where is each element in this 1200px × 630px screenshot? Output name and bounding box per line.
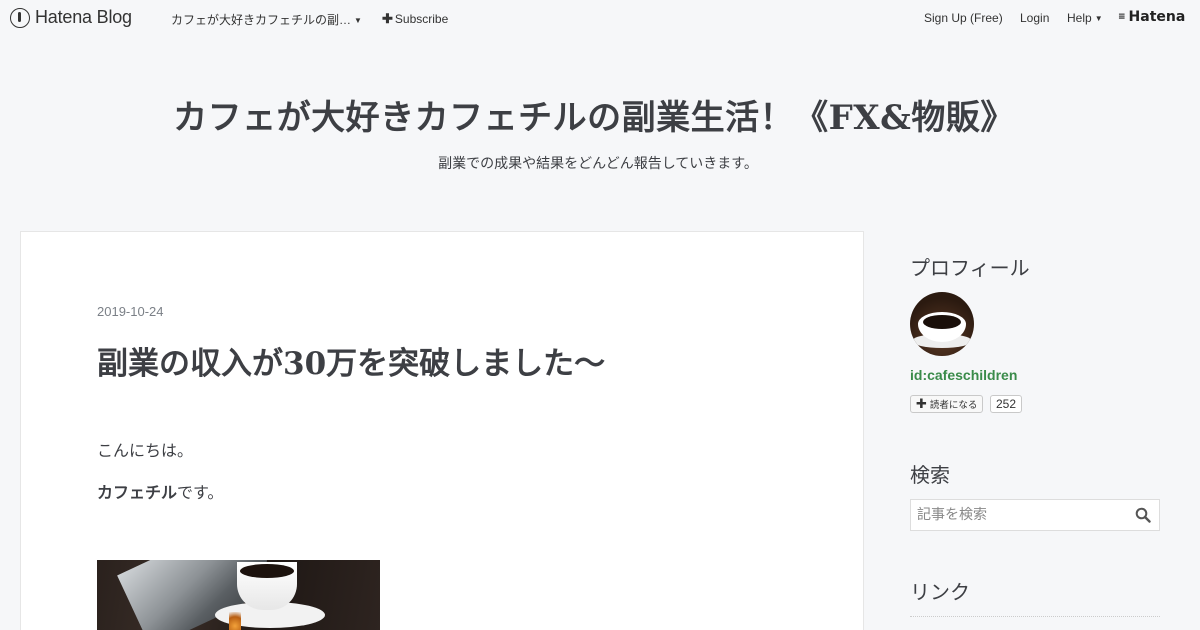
search-heading: 検索 <box>910 463 950 487</box>
article-title[interactable]: 副業の収入が30万を突破しました〜 <box>97 338 605 383</box>
follower-count: 252 <box>990 395 1023 413</box>
login-link[interactable]: Login <box>1020 11 1049 25</box>
blog-menu-label: カフェが大好きカフェチルの副… <box>171 13 352 27</box>
help-menu[interactable]: Help ▼ <box>1067 11 1103 25</box>
article-coffee-image <box>97 560 380 630</box>
hatena-blog-icon <box>10 7 30 28</box>
caret-down-icon: ▼ <box>1094 14 1103 23</box>
follow-label: 読者になる <box>929 400 978 411</box>
avatar[interactable] <box>910 292 974 356</box>
paragraph-text: です。 <box>177 483 224 502</box>
hatena-brand-link[interactable]: ≡ Hatena <box>1118 9 1185 25</box>
subscribe-button[interactable]: ✚ Subscribe <box>382 11 448 27</box>
light-glow <box>229 612 241 630</box>
search-input[interactable] <box>911 500 1126 530</box>
article-date[interactable]: 2019-10-24 <box>97 304 164 319</box>
profile-heading: プロフィール <box>910 256 1030 280</box>
search-box <box>910 499 1160 531</box>
article-card: 2019-10-24 副業の収入が30万を突破しました〜 こんにちは。 カフェチ… <box>20 231 864 630</box>
article-paragraph: こんにちは。 <box>97 441 194 460</box>
article-paragraph: カフェチルです。 <box>97 479 223 503</box>
help-label: Help <box>1067 11 1092 25</box>
plus-icon: ✚ <box>382 11 393 26</box>
plus-icon: ✚ <box>916 396 927 412</box>
signup-link[interactable]: Sign Up (Free) <box>924 11 1003 25</box>
caret-down-icon: ▼ <box>354 16 362 25</box>
blog-description: 副業での成果や結果をどんどん報告していきます。 <box>438 156 758 172</box>
follow-button[interactable]: ✚ 読者になる <box>910 395 984 413</box>
links-heading: リンク <box>910 580 970 604</box>
global-header: Hatena Blog カフェが大好きカフェチルの副… ▼ ✚ Subscribe … <box>0 0 1200 36</box>
search-icon[interactable] <box>1135 507 1151 523</box>
section-divider <box>910 616 1160 617</box>
coffee-cup-shape <box>237 562 297 610</box>
blog-title[interactable]: カフェが大好きカフェチルの副業生活！《FX&物販》 <box>0 90 1188 139</box>
hatena-blog-logo[interactable]: Hatena Blog <box>10 7 132 28</box>
hatena-brand-label: Hatena <box>1128 9 1186 25</box>
author-name-bold: カフェチル <box>97 483 178 502</box>
blog-menu-dropdown[interactable]: カフェが大好きカフェチルの副… ▼ <box>171 11 362 28</box>
user-id-link[interactable]: id:cafeschildren <box>910 367 1017 383</box>
hatena-brand-icon: ≡ <box>1118 12 1125 22</box>
subscribe-label: Subscribe <box>394 12 449 26</box>
logo-text: Hatena Blog <box>35 7 132 27</box>
